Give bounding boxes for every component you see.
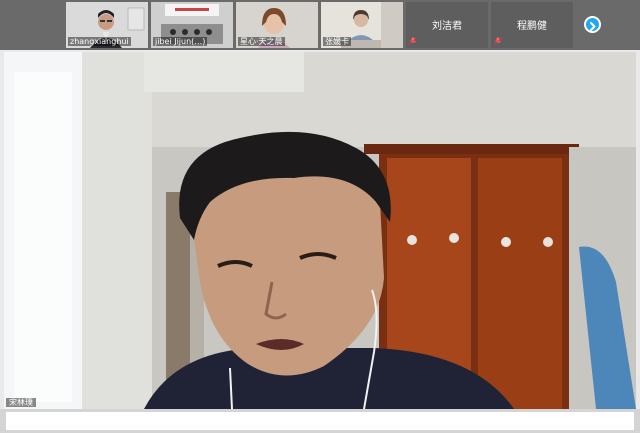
participant-caption: 星心·天之晨 (238, 37, 285, 46)
footer-bar (0, 409, 640, 433)
mic-off-icon (494, 37, 502, 45)
participant-name: 刘洁君 (432, 21, 462, 32)
main-video[interactable]: 宋林璞 (4, 52, 636, 409)
participant-tile[interactable]: zhangxianghui (66, 2, 148, 48)
chevron-right-icon (590, 22, 596, 31)
participant-caption: jibei Jijun(…) (153, 37, 208, 46)
participant-caption: zhangxianghui (68, 37, 131, 46)
participant-name: 程鹏健 (517, 21, 547, 32)
participant-caption: 张媛卡 (323, 37, 351, 46)
participant-tile[interactable]: 刘洁君 (406, 2, 488, 48)
main-video-caption: 宋林璞 (6, 398, 36, 407)
participant-tile[interactable]: 张媛卡 (321, 2, 403, 48)
mic-off-icon (409, 37, 417, 45)
participant-tile[interactable]: 星心·天之晨 (236, 2, 318, 48)
participant-strip: zhangxianghui jibei Jijun(…) 星心·天之晨 张媛卡 … (0, 0, 640, 50)
participant-tile[interactable]: jibei Jijun(…) (151, 2, 233, 48)
participant-tile[interactable]: 程鹏健 (491, 2, 573, 48)
active-speaker-video (4, 52, 636, 409)
next-participants-button[interactable] (584, 16, 601, 33)
footer-area (6, 412, 634, 430)
